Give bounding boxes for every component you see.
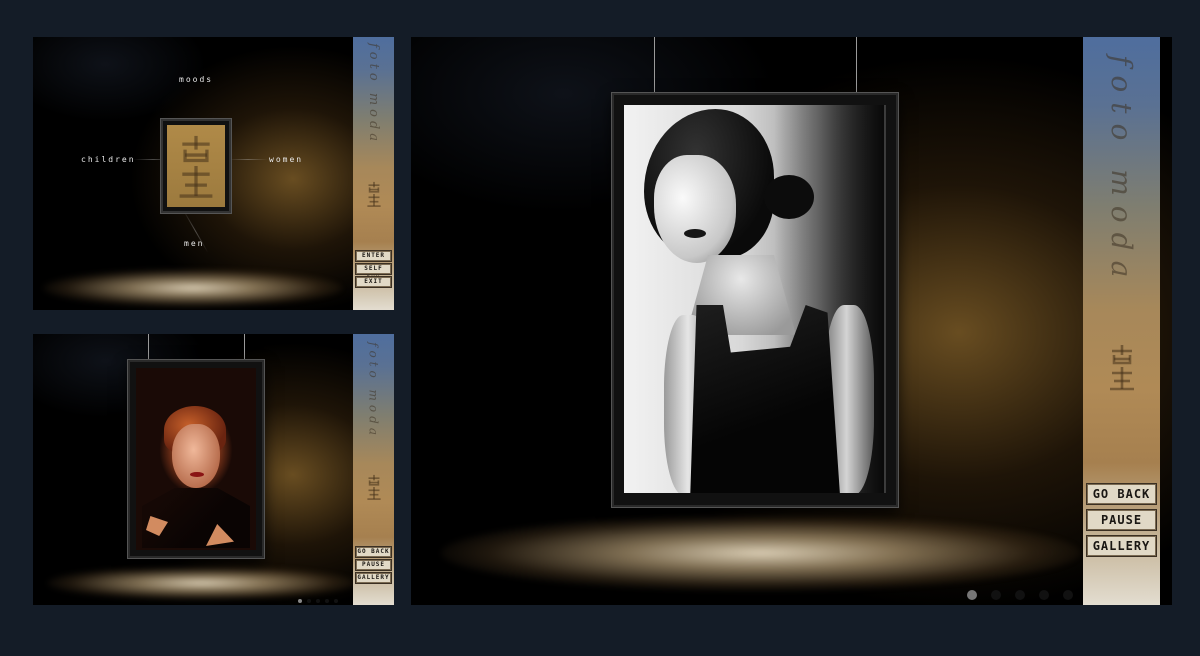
nav-children[interactable]: children xyxy=(81,155,136,164)
small-gallery-screen: foto moda GO BACK PAUSE GALLERY xyxy=(33,334,394,605)
large-gallery-screen: foto moda GO BACK PAUSE GALLERY xyxy=(411,37,1172,605)
large-gallery-sidebar: foto moda GO BACK PAUSE GALLERY xyxy=(1083,37,1160,605)
pause-button[interactable]: PAUSE xyxy=(1086,509,1157,531)
go-back-button[interactable]: GO BACK xyxy=(1086,483,1157,505)
woman-black-dress-photo xyxy=(624,105,886,493)
menu-screen: moods children women men foto moda ENTER… xyxy=(33,37,394,310)
nav-men[interactable]: men xyxy=(184,239,204,248)
foto-moda-glyph-icon xyxy=(1109,345,1134,391)
portrait-lips xyxy=(190,472,204,477)
large-photo-frame xyxy=(612,93,898,507)
foto-moda-glyph-icon xyxy=(366,474,381,500)
page-dot-1[interactable] xyxy=(298,599,302,603)
hanging-wire xyxy=(856,37,857,95)
exit-button[interactable]: EXIT xyxy=(354,276,393,288)
menu-floor-light xyxy=(43,269,343,307)
center-logo-plaque xyxy=(161,119,231,213)
woman-portrait-photo xyxy=(136,368,256,550)
brand-vertical-text: foto moda xyxy=(1105,55,1138,288)
self-run-button[interactable]: SELF RUN xyxy=(354,263,393,282)
enter-button[interactable]: ENTER xyxy=(354,250,393,262)
hanging-wire xyxy=(654,37,655,95)
small-gallery-floor-light xyxy=(47,566,357,600)
hanging-wire xyxy=(244,334,245,362)
go-back-button[interactable]: GO BACK xyxy=(354,546,393,558)
menu-sidebar: foto moda ENTER SELF RUN EXIT xyxy=(353,37,394,310)
page-dot-2[interactable] xyxy=(991,590,1001,600)
model-scarf-knot xyxy=(764,175,814,219)
portrait-face xyxy=(172,424,220,488)
nav-women[interactable]: women xyxy=(269,155,303,164)
gallery-button[interactable]: GALLERY xyxy=(354,572,393,584)
gallery-button[interactable]: GALLERY xyxy=(1086,535,1157,557)
nav-moods[interactable]: moods xyxy=(179,75,213,84)
page-dot-4[interactable] xyxy=(325,599,329,603)
large-gallery-floor-light xyxy=(441,515,1081,591)
page-dot-3[interactable] xyxy=(1015,590,1025,600)
brand-vertical-text: foto moda xyxy=(366,43,381,146)
model-face xyxy=(654,155,736,263)
page-dot-5[interactable] xyxy=(334,599,338,603)
page-dot-4[interactable] xyxy=(1039,590,1049,600)
small-gallery-sidebar: foto moda GO BACK PAUSE GALLERY xyxy=(353,334,394,605)
page-dot-3[interactable] xyxy=(316,599,320,603)
small-photo-frame xyxy=(128,360,264,558)
foto-moda-glyph-icon xyxy=(179,135,213,198)
nav-spoke xyxy=(228,159,268,160)
center-logo-panel xyxy=(167,125,225,207)
page-dot-2[interactable] xyxy=(307,599,311,603)
portrait-dress xyxy=(142,488,250,548)
brand-vertical-text: foto moda xyxy=(366,342,381,439)
hanging-wire xyxy=(148,334,149,362)
page-dot-1[interactable] xyxy=(967,590,977,600)
foto-moda-glyph-icon xyxy=(366,181,381,207)
model-lips xyxy=(684,229,706,238)
pause-button[interactable]: PAUSE xyxy=(354,559,393,571)
page-dot-5[interactable] xyxy=(1063,590,1073,600)
